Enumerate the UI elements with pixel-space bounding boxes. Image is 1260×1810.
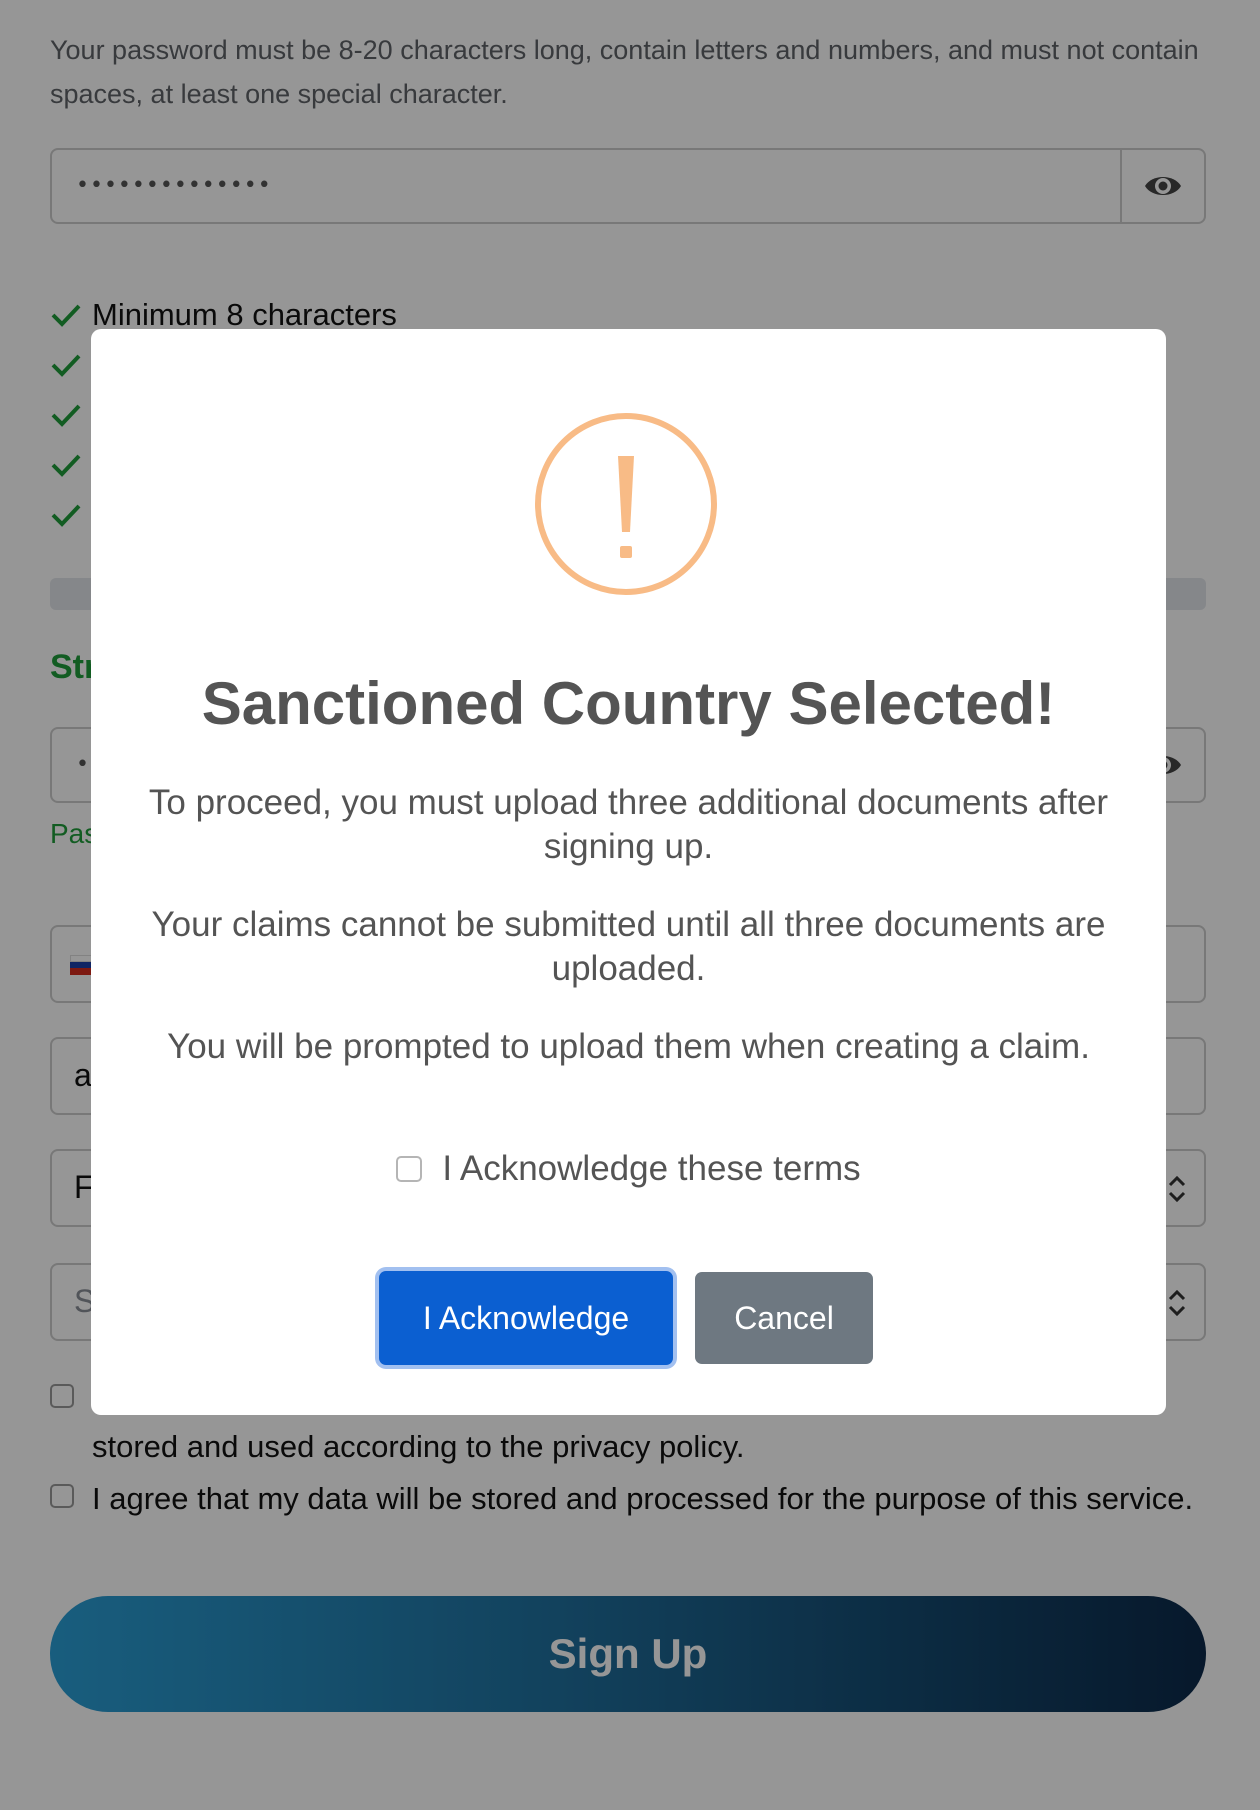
i-acknowledge-button[interactable]: I Acknowledge <box>379 1271 673 1365</box>
dialog-message-2: Your claims cannot be submitted until al… <box>151 905 1106 988</box>
sanctioned-country-dialog: Sanctioned Country Selected! To proceed,… <box>91 329 1166 1415</box>
dialog-title: Sanctioned Country Selected! <box>201 670 1056 737</box>
cancel-button[interactable]: Cancel <box>695 1272 873 1364</box>
dialog-message-1: To proceed, you must upload three additi… <box>148 783 1109 866</box>
acknowledge-terms-label: I Acknowledge these terms <box>442 1149 861 1188</box>
acknowledge-terms-checkbox[interactable] <box>396 1156 423 1182</box>
exclamation-circle-icon <box>535 413 717 595</box>
dialog-message-3: You will be prompted to upload them when… <box>167 1027 1090 1066</box>
acknowledge-terms-row: I Acknowledge these terms <box>91 1149 1166 1189</box>
